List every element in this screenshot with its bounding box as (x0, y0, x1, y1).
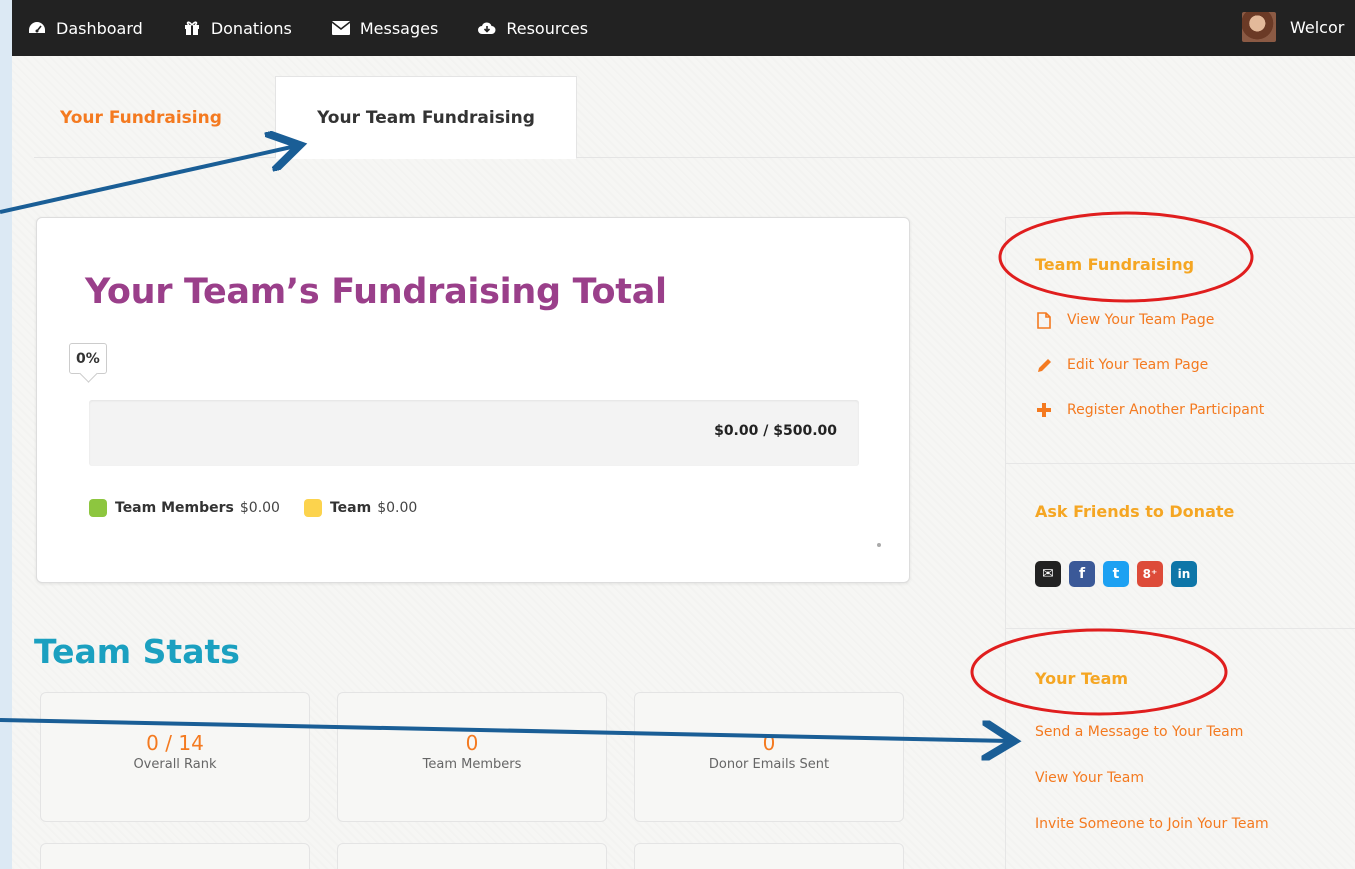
pencil-icon (1035, 356, 1053, 374)
nav-dashboard[interactable]: Dashboard (28, 19, 143, 38)
google-plus-icon[interactable]: 8⁺ (1137, 561, 1163, 587)
stat-label: Overall Rank (133, 757, 217, 772)
nav-messages[interactable]: Messages (331, 18, 439, 38)
legend-swatch-green (89, 499, 107, 517)
legend-label: Team (329, 500, 372, 516)
nav-label: Resources (506, 18, 589, 38)
stat-box-row2 (40, 843, 310, 869)
link-label: Edit Your Team Page (1067, 357, 1209, 373)
stat-value: 0 (762, 731, 776, 755)
team-fundraising-total-card: Your Team’s Fundraising Total 0% $0.00 /… (36, 217, 910, 583)
stat-value: 0 (465, 731, 479, 755)
send-message-team-link[interactable]: Send a Message to Your Team (1035, 724, 1243, 740)
side-heading: Your Team (1035, 669, 1129, 688)
view-team-page-link[interactable]: View Your Team Page (1035, 311, 1214, 329)
side-heading: Ask Friends to Donate (1035, 502, 1235, 521)
top-nav: Dashboard Donations Messages Resources W… (12, 0, 1355, 56)
twitter-icon[interactable]: t (1103, 561, 1129, 587)
cloud-download-icon (478, 20, 496, 36)
legend-team-members: Team Members $0.00 (89, 499, 280, 517)
facebook-icon[interactable]: f (1069, 561, 1095, 587)
legend-value: $0.00 (377, 500, 418, 516)
nav-resources[interactable]: Resources (478, 19, 588, 38)
nav-donations[interactable]: Donations (183, 19, 292, 38)
link-label: Register Another Participant (1067, 402, 1265, 418)
progress-bar: $0.00 / $500.00 (89, 400, 859, 466)
card-title: Your Team’s Fundraising Total (85, 272, 667, 312)
stat-box-row2 (337, 843, 607, 869)
nav-label: Dashboard (56, 18, 143, 38)
email-icon[interactable]: ✉ (1035, 561, 1061, 587)
sidebar: Team Fundraising View Your Team Page Edi… (1005, 217, 1355, 869)
legend-team: Team $0.00 (303, 499, 418, 517)
side-heading: Team Fundraising (1035, 255, 1195, 274)
stat-value: 0 / 14 (146, 731, 204, 755)
view-your-team-link[interactable]: View Your Team (1035, 770, 1144, 786)
percent-bubble: 0% (69, 343, 107, 374)
gift-icon (183, 20, 201, 36)
team-stats-title: Team Stats (34, 632, 240, 671)
progress-amount: $0.00 / $500.00 (714, 423, 837, 439)
stat-label: Team Members (422, 757, 522, 772)
sidebar-your-team: Your Team Send a Message to Your Team Vi… (1006, 628, 1355, 869)
progress-legend: Team Members $0.00 Team $0.00 (89, 499, 441, 517)
sidebar-ask-friends: Ask Friends to Donate ✉ f t 8⁺ in (1006, 463, 1355, 628)
legend-label: Team Members (115, 500, 234, 516)
tab-your-team-fundraising[interactable]: Your Team Fundraising (275, 76, 577, 159)
user-menu[interactable]: Welcor (1242, 12, 1344, 42)
legend-value: $0.00 (239, 500, 280, 516)
stat-label: Donor Emails Sent (708, 757, 830, 772)
dashboard-icon (28, 20, 46, 36)
social-share-buttons: ✉ f t 8⁺ in (1035, 561, 1205, 587)
app-frame: Dashboard Donations Messages Resources W… (12, 0, 1355, 869)
register-participant-link[interactable]: Register Another Participant (1035, 401, 1264, 419)
legend-swatch-yellow (303, 499, 322, 517)
stat-box-row2 (634, 843, 904, 869)
tab-your-fundraising[interactable]: Your Fundraising (60, 76, 250, 159)
fundraising-tabs: Your Fundraising Your Team Fundraising (34, 76, 1355, 159)
stat-donor-emails-sent: 0 Donor Emails Sent (634, 692, 904, 822)
link-label: View Your Team Page (1067, 312, 1215, 328)
stat-team-members: 0 Team Members (337, 692, 607, 822)
envelope-icon (331, 20, 350, 36)
document-icon (1035, 311, 1053, 329)
sidebar-team-fundraising: Team Fundraising View Your Team Page Edi… (1006, 217, 1355, 463)
edit-team-page-link[interactable]: Edit Your Team Page (1035, 356, 1208, 374)
card-dot (877, 543, 881, 547)
avatar[interactable] (1242, 12, 1276, 42)
welcome-text: Welcor (1290, 17, 1345, 37)
nav-label: Donations (210, 18, 292, 38)
plus-icon (1035, 401, 1053, 419)
stat-overall-rank: 0 / 14 Overall Rank (40, 692, 310, 822)
nav-label: Messages (359, 18, 439, 38)
linkedin-icon[interactable]: in (1171, 561, 1197, 587)
invite-team-link[interactable]: Invite Someone to Join Your Team (1035, 816, 1269, 832)
